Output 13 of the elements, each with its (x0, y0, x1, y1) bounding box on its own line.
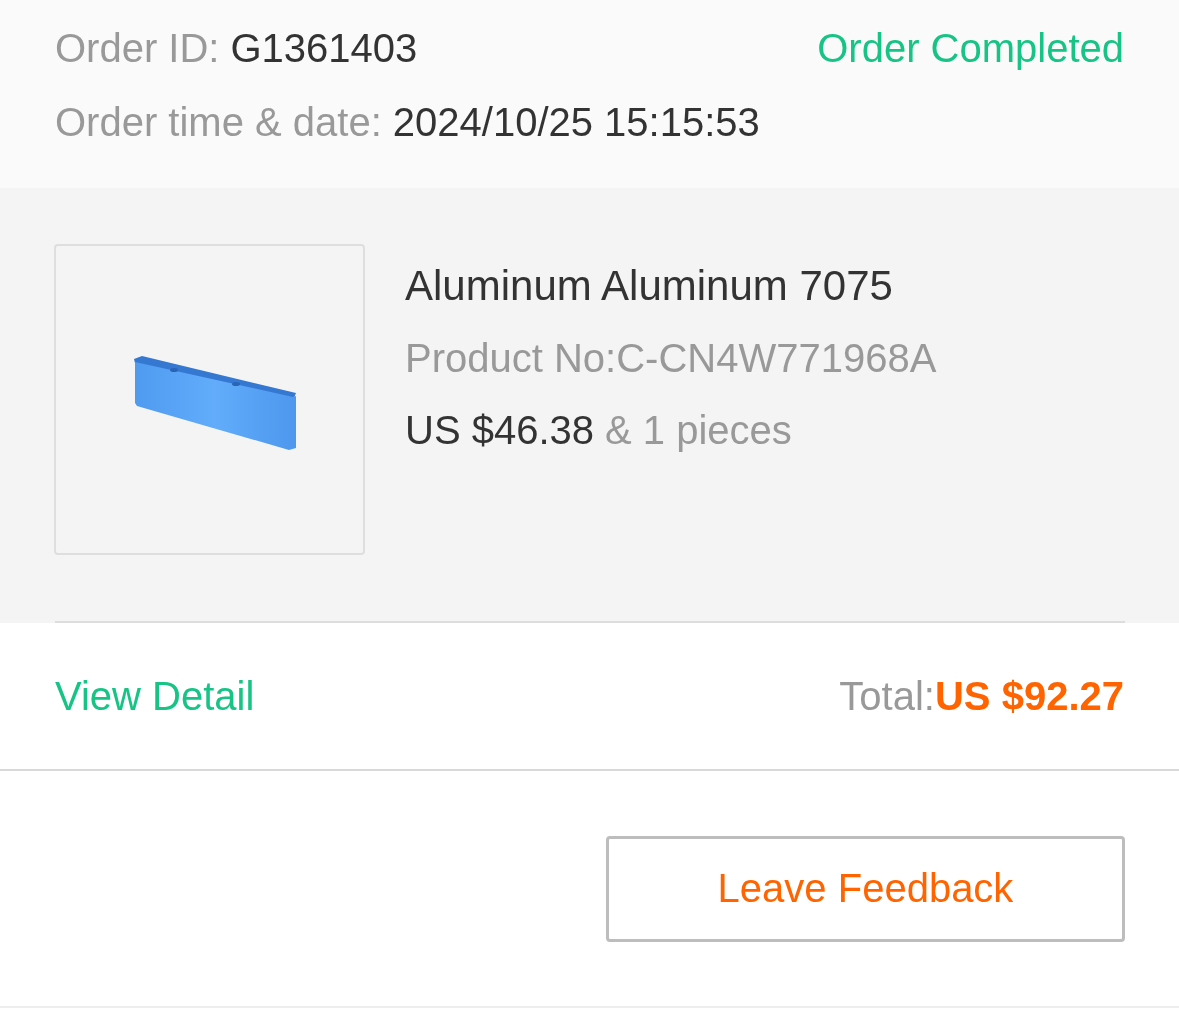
leave-feedback-button[interactable]: Leave Feedback (606, 835, 1125, 942)
product-price: US $46.38 (405, 407, 595, 454)
order-id-label: Order ID: (55, 25, 220, 72)
product-quantity: & 1 pieces (605, 407, 792, 454)
product-number: Product No:C-CN4W771968A (405, 335, 937, 382)
order-id-value: G1361403 (230, 25, 418, 72)
order-time-label: Order time & date: (55, 99, 382, 146)
total-label: Total: (839, 673, 935, 719)
view-detail-link[interactable]: View Detail (55, 673, 255, 719)
order-status: Order Completed (817, 25, 1124, 72)
order-time-value: 2024/10/25 15:15:53 (392, 99, 760, 146)
total-amount: US $92.27 (934, 673, 1124, 719)
product-name: Aluminum Aluminum 7075 (405, 261, 894, 311)
